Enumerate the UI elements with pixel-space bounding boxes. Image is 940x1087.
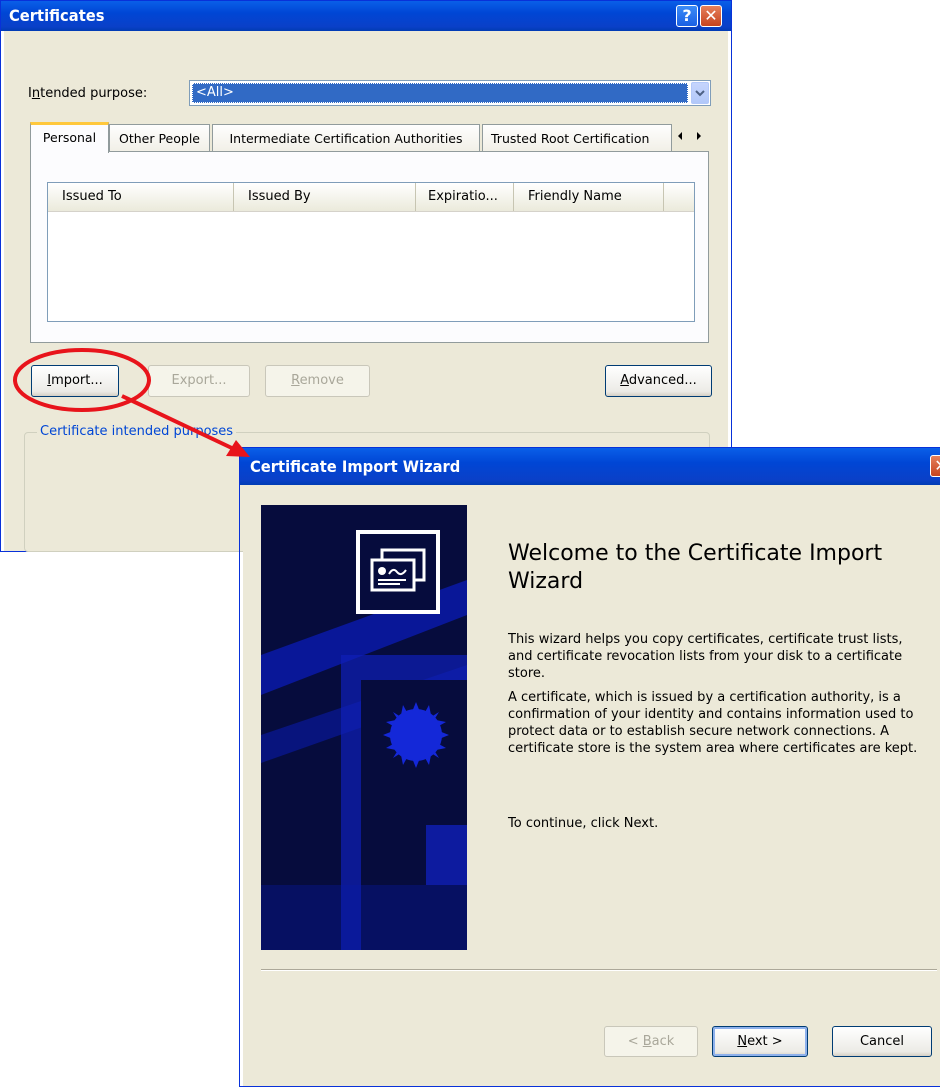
tab-scroll-right-icon: [697, 132, 701, 140]
remove-button[interactable]: Remove: [265, 365, 370, 397]
dropdown-button[interactable]: [691, 82, 709, 104]
certificates-title: Certificates: [9, 6, 105, 25]
back-button[interactable]: < Back: [604, 1026, 698, 1057]
column-issued-by[interactable]: Issued By: [234, 183, 416, 211]
import-button[interactable]: Import...: [31, 365, 119, 397]
wizard-title: Certificate Import Wizard: [250, 457, 461, 476]
tab-personal[interactable]: Personal: [30, 122, 109, 153]
wizard-paragraph-3: To continue, click Next.: [508, 816, 659, 831]
wizard-paragraph-2: A certificate, which is issued by a cert…: [508, 690, 918, 756]
wizard-heading: Welcome to the Certificate Import Wizard: [508, 541, 883, 594]
tab-scroll-right-button[interactable]: [690, 126, 707, 146]
wizard-paragraph-1: This wizard helps you copy certificates,…: [508, 632, 903, 681]
intended-purpose-value: <All>: [192, 83, 688, 103]
column-issued-to[interactable]: Issued To: [48, 183, 234, 211]
advanced-button[interactable]: Advanced...: [605, 365, 712, 397]
certificate-tabs: Personal Other People Intermediate Certi…: [30, 122, 710, 153]
intended-purpose-combobox[interactable]: <All>: [189, 80, 711, 106]
intended-purpose-label: Intended purpose:: [28, 86, 148, 101]
tab-other-people[interactable]: Other People: [109, 124, 210, 152]
certificates-titlebar[interactable]: Certificates: [1, 1, 731, 31]
dropdown-arrow-icon: [695, 90, 705, 97]
tab-scroll-left-button[interactable]: [672, 126, 689, 146]
close-button[interactable]: ✕: [700, 5, 722, 27]
column-friendly-name[interactable]: Friendly Name: [514, 183, 664, 211]
column-expiration[interactable]: Expiratio...: [416, 183, 514, 211]
tab-scroll-left-icon: [678, 132, 682, 140]
certificate-list-header: Issued To Issued By Expiratio... Friendl…: [48, 183, 694, 212]
tab-trusted-root-certification[interactable]: Trusted Root Certification: [482, 124, 672, 152]
personal-tab-panel: Issued To Issued By Expiratio... Friendl…: [30, 151, 709, 343]
wizard-close-button[interactable]: ✕: [930, 455, 940, 477]
export-button[interactable]: Export...: [148, 365, 250, 397]
close-icon: ✕: [934, 456, 940, 475]
seal-icon: [381, 700, 451, 770]
tab-intermediate-certification-authorities[interactable]: Intermediate Certification Authorities: [212, 124, 480, 152]
cancel-button[interactable]: Cancel: [832, 1026, 932, 1057]
help-button[interactable]: ?: [676, 5, 698, 27]
certificate-icon: [356, 530, 440, 614]
certificate-intended-purposes-label: Certificate intended purposes: [37, 424, 237, 439]
wizard-titlebar[interactable]: Certificate Import Wizard: [240, 448, 940, 485]
close-icon: ✕: [704, 6, 718, 25]
certificate-list[interactable]: Issued To Issued By Expiratio... Friendl…: [47, 182, 695, 322]
next-button[interactable]: Next >: [712, 1026, 808, 1057]
wizard-graphic: [261, 505, 467, 950]
help-icon: ?: [682, 6, 692, 25]
wizard-separator: [261, 969, 937, 971]
